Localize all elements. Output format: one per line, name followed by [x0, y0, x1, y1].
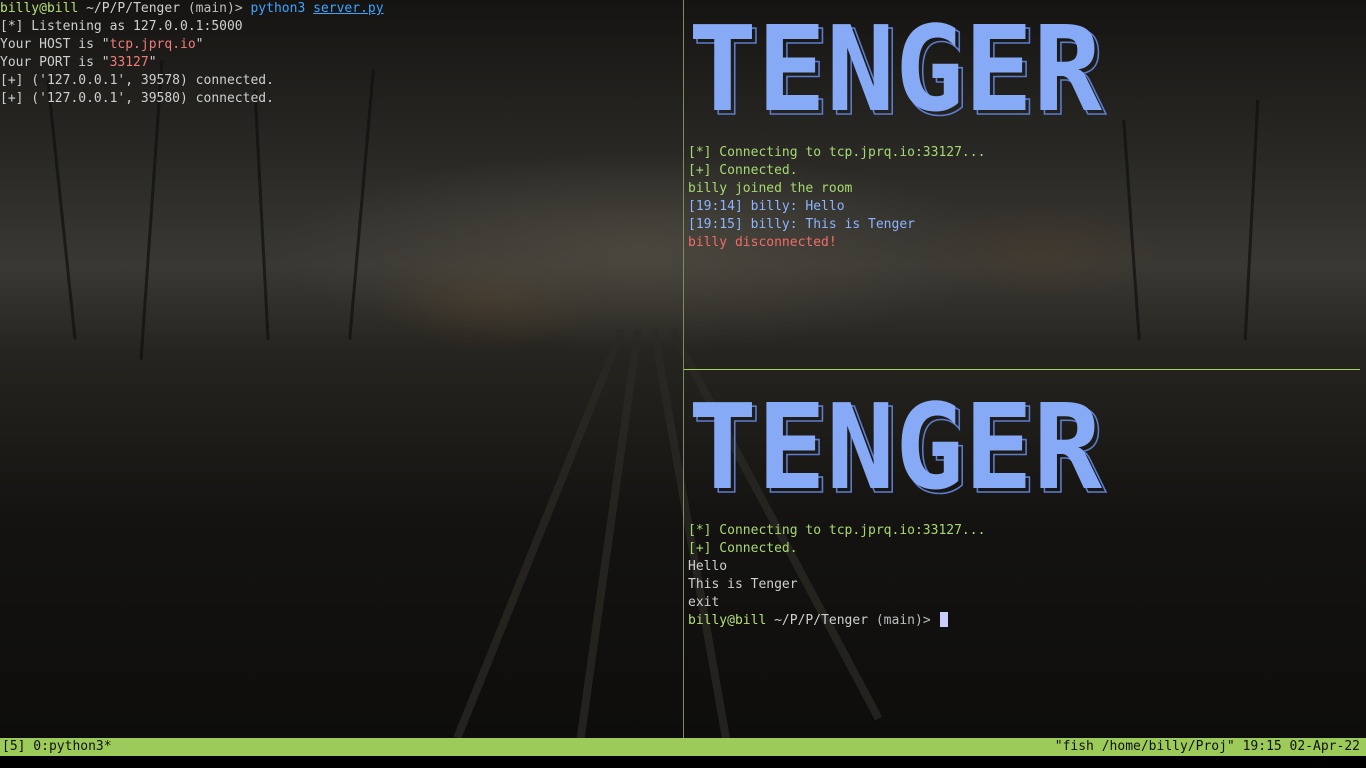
prompt-user-host: billy@bill: [0, 1, 79, 16]
terminal-pane-client-top[interactable]: TENGER TENGER [*] Connecting to tcp.jprq…: [686, 0, 1366, 369]
port-value: 33127: [109, 55, 149, 70]
output-line-port: Your PORT is "33127": [0, 54, 157, 72]
chat-message: [19:15] billy: This is Tenger: [688, 217, 915, 232]
join-notice: billy joined the room: [688, 181, 853, 196]
output-text: Your PORT is ": [0, 55, 110, 70]
terminal-pane-client-bottom[interactable]: TENGER TENGER [*] Connecting to tcp.jprq…: [686, 372, 1366, 738]
banner-title: TENGER: [688, 392, 1103, 502]
ascii-art-banner: TENGER TENGER: [688, 392, 1108, 502]
ascii-art-banner: TENGER TENGER: [688, 14, 1108, 124]
typed-input-line: Hello: [688, 559, 728, 574]
screen-bottom-edge: [0, 756, 1366, 768]
host-value: tcp.jprq.io: [109, 37, 196, 52]
output-line: [+] Connected.: [688, 541, 798, 556]
tmux-status-bar: [5] 0:python3* "fish /home/billy/Proj" 1…: [0, 738, 1366, 756]
shell-prompt-line: billy@bill ~/P/P/Tenger (main)> python3 …: [0, 0, 384, 18]
banner-title: TENGER: [688, 14, 1103, 124]
prompt-branch: (main)>: [180, 1, 251, 16]
disconnect-notice: billy disconnected!: [688, 235, 837, 250]
prompt-branch: (main)>: [868, 613, 939, 628]
prompt-argument-link[interactable]: server.py: [313, 1, 383, 16]
pane-divider-horizontal[interactable]: [684, 369, 1360, 370]
output-text: ": [148, 55, 157, 70]
output-line: [*] Connecting to tcp.jprq.io:33127...: [688, 145, 986, 160]
output-line: [+] Connected.: [688, 163, 798, 178]
output-line: [+] ('127.0.0.1', 39578) connected.: [0, 73, 274, 88]
chat-message: [19:14] billy: Hello: [688, 199, 845, 214]
text-cursor: [940, 612, 949, 627]
prompt-path: ~/P/P/Tenger: [766, 613, 869, 628]
status-right-info: "fish /home/billy/Proj" 19:15 02-Apr-22: [1054, 739, 1360, 754]
terminal-pane-server[interactable]: billy@bill ~/P/P/Tenger (main)> python3 …: [0, 0, 682, 738]
output-text: Your HOST is ": [0, 37, 110, 52]
window-list[interactable]: [5] 0:python3*: [2, 738, 112, 756]
output-line: [*] Listening as 127.0.0.1:5000: [0, 19, 243, 34]
typed-input-line: This is Tenger: [688, 577, 798, 592]
typed-input-line: exit: [688, 595, 720, 610]
output-text: ": [195, 37, 204, 52]
output-line-host: Your HOST is "tcp.jprq.io": [0, 36, 204, 54]
prompt-path: ~/P/P/Tenger: [78, 1, 181, 16]
prompt-user-host: billy@bill: [688, 613, 767, 628]
shell-prompt-line[interactable]: billy@bill ~/P/P/Tenger (main)>: [688, 612, 949, 630]
output-line: [*] Connecting to tcp.jprq.io:33127...: [688, 523, 986, 538]
prompt-command: python3: [250, 1, 306, 16]
output-line: [+] ('127.0.0.1', 39580) connected.: [0, 91, 274, 106]
